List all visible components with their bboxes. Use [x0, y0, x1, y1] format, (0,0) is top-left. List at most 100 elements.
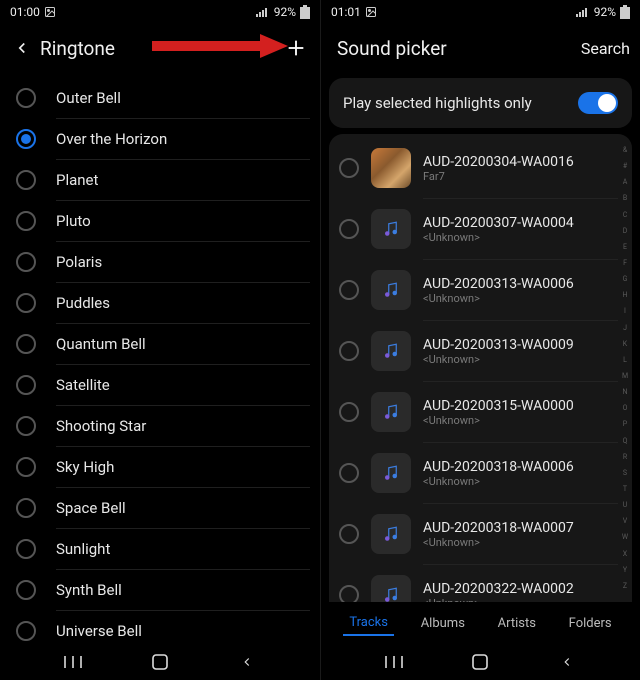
index-letter[interactable]: V [623, 517, 627, 525]
radio-button[interactable] [339, 402, 359, 422]
index-letter[interactable]: H [623, 291, 628, 299]
radio-button[interactable] [16, 498, 36, 518]
index-letter[interactable]: G [623, 275, 628, 283]
index-letter[interactable]: F [623, 259, 627, 267]
radio-button[interactable] [16, 334, 36, 354]
ringtone-row[interactable]: Pluto [0, 201, 320, 241]
index-letter[interactable]: L [623, 356, 627, 364]
index-letter[interactable]: Q [623, 437, 628, 445]
index-letter[interactable]: # [623, 162, 627, 170]
radio-button[interactable] [16, 211, 36, 231]
tracks-list[interactable]: AUD-20200304-WA0016Far7 AUD-20200307-WA00… [329, 134, 632, 602]
radio-button[interactable] [16, 416, 36, 436]
tab-artists[interactable]: Artists [492, 612, 542, 635]
radio-button[interactable] [339, 341, 359, 361]
radio-button[interactable] [16, 457, 36, 477]
index-letter[interactable]: C [623, 211, 628, 219]
ringtone-row[interactable]: Puddles [0, 283, 320, 323]
index-letter[interactable]: N [623, 388, 628, 396]
add-button[interactable] [282, 34, 310, 62]
ringtone-row[interactable]: Synth Bell [0, 570, 320, 610]
nav-home[interactable] [460, 650, 500, 674]
ringtone-label: Shooting Star [56, 417, 312, 435]
ringtone-row[interactable]: Outer Bell [0, 78, 320, 118]
ringtone-row[interactable]: Shooting Star [0, 406, 320, 446]
radio-button[interactable] [16, 293, 36, 313]
nav-recents[interactable] [53, 650, 93, 674]
radio-button[interactable] [16, 252, 36, 272]
search-button[interactable]: Search [581, 39, 630, 58]
ringtone-row[interactable]: Planet [0, 160, 320, 200]
tab-tracks[interactable]: Tracks [343, 611, 394, 636]
back-button[interactable] [10, 36, 34, 60]
ringtone-row[interactable]: Quantum Bell [0, 324, 320, 364]
track-name: AUD-20200313-WA0009 [423, 337, 616, 353]
status-battery-pct: 92% [594, 5, 616, 19]
index-letter[interactable]: D [623, 227, 628, 235]
index-letter[interactable]: I [624, 307, 626, 315]
tab-folders[interactable]: Folders [563, 612, 618, 635]
radio-button[interactable] [16, 621, 36, 641]
nav-home[interactable] [140, 650, 180, 674]
radio-button[interactable] [16, 88, 36, 108]
radio-button[interactable] [16, 580, 36, 600]
track-row[interactable]: AUD-20200313-WA0006<Unknown> [329, 260, 632, 320]
ringtone-list[interactable]: Outer Bell Over the Horizon PlanetPlutoPol… [0, 72, 320, 644]
index-letter[interactable]: Y [623, 566, 627, 574]
tab-albums[interactable]: Albums [415, 612, 471, 635]
nav-back[interactable] [547, 650, 587, 674]
ringtone-row[interactable]: Universe Bell [0, 611, 320, 644]
ringtone-row[interactable]: Sky High [0, 447, 320, 487]
index-letter[interactable]: R [623, 453, 627, 461]
radio-button[interactable] [339, 463, 359, 483]
index-letter[interactable]: U [623, 501, 628, 509]
radio-button[interactable] [339, 524, 359, 544]
nav-back[interactable] [227, 650, 267, 674]
index-letter[interactable]: E [623, 243, 627, 251]
radio-button[interactable] [16, 539, 36, 559]
index-letter[interactable]: P [623, 420, 627, 428]
track-row[interactable]: AUD-20200315-WA0000<Unknown> [329, 382, 632, 442]
track-row[interactable]: AUD-20200313-WA0009<Unknown> [329, 321, 632, 381]
track-row[interactable]: AUD-20200318-WA0007<Unknown> [329, 504, 632, 564]
track-info: AUD-20200304-WA0016Far7 [423, 154, 616, 183]
highlights-toggle[interactable] [578, 92, 618, 114]
ringtone-row[interactable]: Over the Horizon [0, 119, 320, 159]
track-name: AUD-20200304-WA0016 [423, 154, 616, 170]
radio-button[interactable] [339, 280, 359, 300]
alpha-index-bar[interactable]: & # AB CDEFGHI JKLMNOP QRSTUVW XYZ [619, 146, 631, 590]
index-letter[interactable]: X [623, 550, 627, 558]
index-letter[interactable]: O [623, 404, 628, 412]
ringtone-row[interactable]: Polaris [0, 242, 320, 282]
music-note-icon [371, 453, 411, 493]
radio-button[interactable] [339, 585, 359, 602]
index-letter[interactable]: Z [623, 582, 627, 590]
ringtone-row[interactable]: Satellite [0, 365, 320, 405]
radio-button[interactable] [16, 375, 36, 395]
status-time: 01:01 [331, 5, 361, 19]
track-row[interactable]: AUD-20200318-WA0006<Unknown> [329, 443, 632, 503]
radio-button[interactable] [16, 129, 36, 149]
index-letter[interactable]: J [623, 324, 627, 332]
ringtone-row[interactable]: Space Bell [0, 488, 320, 528]
track-row[interactable]: AUD-20200304-WA0016Far7 [329, 138, 632, 198]
radio-button[interactable] [339, 158, 359, 178]
track-row[interactable]: AUD-20200322-WA0002<Unknown> [329, 565, 632, 602]
index-letter[interactable]: B [623, 194, 627, 202]
index-letter[interactable]: A [623, 178, 628, 186]
track-row[interactable]: AUD-20200307-WA0004<Unknown> [329, 199, 632, 259]
nav-recents[interactable] [374, 650, 414, 674]
index-letter[interactable]: & [623, 146, 627, 154]
index-letter[interactable]: M [622, 372, 628, 380]
index-letter[interactable]: T [623, 485, 627, 493]
music-note-icon [371, 270, 411, 310]
radio-button[interactable] [339, 219, 359, 239]
index-letter[interactable]: S [623, 469, 627, 477]
index-letter[interactable]: K [623, 340, 627, 348]
index-letter[interactable]: W [622, 533, 628, 541]
ringtone-row[interactable]: Sunlight [0, 529, 320, 569]
ringtone-label: Over the Horizon [56, 130, 312, 148]
highlights-card: Play selected highlights only [329, 78, 632, 128]
radio-button[interactable] [16, 170, 36, 190]
status-battery-pct: 92% [274, 5, 296, 19]
